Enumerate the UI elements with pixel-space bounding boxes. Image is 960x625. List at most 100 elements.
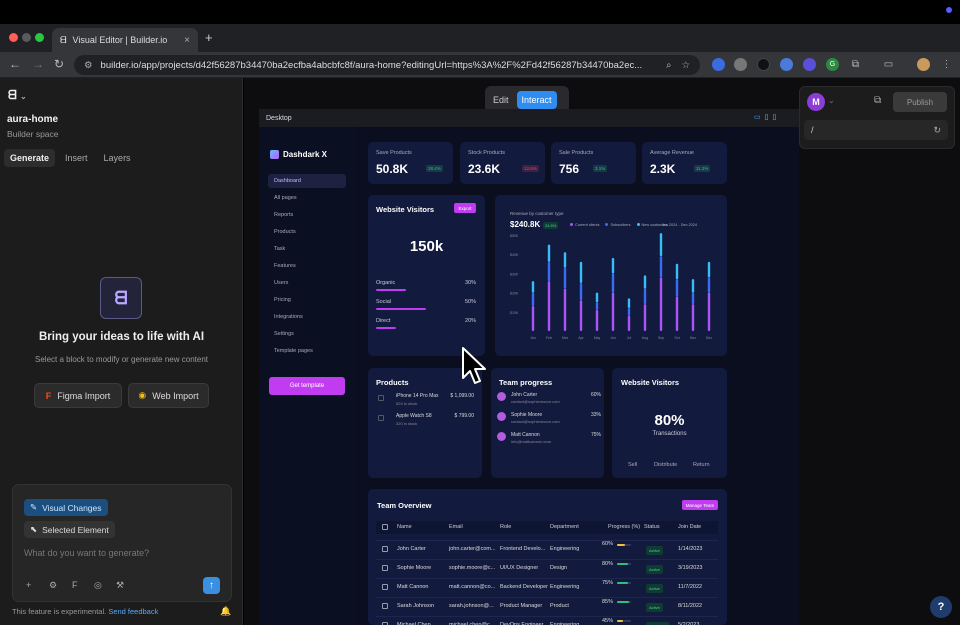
row-checkbox[interactable] [382,546,388,552]
table-row[interactable]: Sophie Moore sophie.moore@c... UI/UX Desig… [376,559,718,578]
bar-subscribers-sep[interactable] [659,256,663,278]
refresh-icon[interactable]: ↻ [933,125,941,136]
publish-button[interactable]: Publish [893,92,947,112]
bar-subscribers-jul[interactable] [627,307,631,316]
nav-item-integrations[interactable]: Integrations [268,310,346,324]
table-row[interactable]: Michael Chen michael.chen@c... DevOps Engi… [376,616,718,625]
settings-gear-icon[interactable]: ⚙ [49,580,57,591]
bar-new-customers-dec[interactable] [707,261,711,278]
bar-current-clients-mar[interactable] [563,288,567,331]
minimize-window-icon[interactable] [22,33,31,42]
bar-new-customers-nov[interactable] [691,279,695,293]
bar-new-customers-jul[interactable] [627,298,631,308]
palette-icon[interactable]: ◎ [94,580,102,591]
maximize-window-icon[interactable] [35,33,44,42]
bar-subscribers-mar[interactable] [563,267,567,289]
bell-icon[interactable]: 🔔 [220,606,231,617]
send-arrow-icon[interactable]: ↑ [203,577,220,594]
desktop-icon[interactable]: ▭ [754,113,761,121]
new-tab-button[interactable]: + [205,30,213,45]
bar-current-clients-may[interactable] [595,309,599,331]
open-external-icon[interactable]: ⧉ [874,95,881,106]
browser-tab[interactable]: ᗺ Visual Editor | Builder.io × [52,28,198,52]
bar-subscribers-jan[interactable] [531,292,535,307]
figma-import-button[interactable]: F Figma Import [34,383,122,408]
row-checkbox[interactable] [382,603,388,609]
back-arrow-icon[interactable]: ← [9,57,21,71]
nav-item-template-pages[interactable]: Template pages [268,344,346,358]
tools-icon[interactable]: ⚒ [116,580,124,591]
site-settings-icon[interactable]: ⚙ [84,60,93,71]
column-header[interactable]: Join Date [678,524,701,530]
tab-return[interactable]: Return [693,462,710,468]
profile-avatar[interactable] [917,58,930,71]
bar-current-clients-jan[interactable] [531,306,535,331]
column-header[interactable]: Name [397,524,412,530]
chevron-down-icon[interactable]: ⌄ [20,92,27,101]
column-header[interactable]: Role [500,524,511,530]
nav-item-settings[interactable]: Settings [268,327,346,341]
builder-logo-icon[interactable]: ᗺ ⌄ [8,88,27,103]
nav-item-features[interactable]: Features [268,259,346,273]
web-import-button[interactable]: ◉ Web Import [128,383,209,408]
bar-current-clients-feb[interactable] [547,281,551,331]
bar-current-clients-sep[interactable] [659,277,663,331]
bar-current-clients-nov[interactable] [691,304,695,331]
browser-menu-icon[interactable]: ⋮ [940,58,953,71]
path-input[interactable]: / ↻ [804,120,948,140]
bar-new-customers-oct[interactable] [675,263,679,280]
figma-small-icon[interactable]: F [72,580,78,590]
bar-new-customers-jan[interactable] [531,281,535,293]
tab-generate[interactable]: Generate [4,149,56,167]
tablet-icon[interactable]: ▯ [765,113,769,121]
bar-current-clients-jul[interactable] [627,315,631,331]
visual-changes-chip[interactable]: ✎ Visual Changes [24,499,108,516]
table-row[interactable]: Sarah Johnson sarah.johnson@... Product Ma… [376,597,718,616]
product-checkbox[interactable] [378,395,384,401]
column-header[interactable]: Progress (%) [608,524,640,530]
nav-item-task[interactable]: Task [268,242,346,256]
bar-subscribers-apr[interactable] [579,283,583,301]
bar-current-clients-apr[interactable] [579,300,583,331]
tab-layers[interactable]: Layers [98,149,137,167]
column-header[interactable]: Status [644,524,660,530]
bar-new-customers-sep[interactable] [659,233,663,257]
send-feedback-link[interactable]: Send feedback [108,607,158,616]
tab-distribute[interactable]: Distribute [654,462,677,468]
column-header[interactable]: Email [449,524,463,530]
side-panel-icon[interactable]: ▭ [882,58,895,71]
product-checkbox[interactable] [378,415,384,421]
bar-subscribers-may[interactable] [595,302,599,310]
bar-new-customers-aug[interactable] [643,275,647,289]
bar-subscribers-dec[interactable] [707,277,711,293]
chevron-down-icon[interactable]: ⌄ [828,96,835,105]
export-button[interactable]: Export [454,203,476,213]
nav-item-dashboard[interactable]: Dashboard [268,174,346,188]
select-all-checkbox[interactable] [382,524,388,530]
bar-subscribers-aug[interactable] [643,288,647,305]
bar-new-customers-may[interactable] [595,292,599,303]
nav-item-products[interactable]: Products [268,225,346,239]
address-bar[interactable]: ⚙ builder.io/app/projects/d42f56287b3447… [74,55,700,75]
bar-current-clients-dec[interactable] [707,292,711,331]
nav-item-reports[interactable]: Reports [268,208,346,222]
zoom-icon[interactable]: ⌕ [666,60,671,71]
table-row[interactable]: Matt Cannon matt.cannon@co... Backend Deve… [376,578,718,597]
bar-current-clients-aug[interactable] [643,304,647,331]
bar-new-customers-mar[interactable] [563,252,567,268]
extension-shield-icon[interactable] [757,58,770,71]
close-tab-icon[interactable]: × [184,35,190,46]
bar-current-clients-jun[interactable] [611,292,615,331]
bar-new-customers-jun[interactable] [611,258,615,274]
mode-interact[interactable]: Interact [516,90,557,109]
reload-icon[interactable]: ↻ [54,57,64,71]
extension-circle-icon[interactable] [780,58,793,71]
manage-team-button[interactable]: Manage Team [682,500,718,510]
tab-insert[interactable]: Insert [59,149,94,167]
close-window-icon[interactable] [9,33,18,42]
help-button[interactable]: ? [930,596,952,618]
bar-new-customers-feb[interactable] [547,244,551,262]
get-template-button[interactable]: Get template [269,377,345,395]
tab-sell[interactable]: Sell [628,462,637,468]
bookmark-star-icon[interactable]: ☆ [681,60,690,71]
